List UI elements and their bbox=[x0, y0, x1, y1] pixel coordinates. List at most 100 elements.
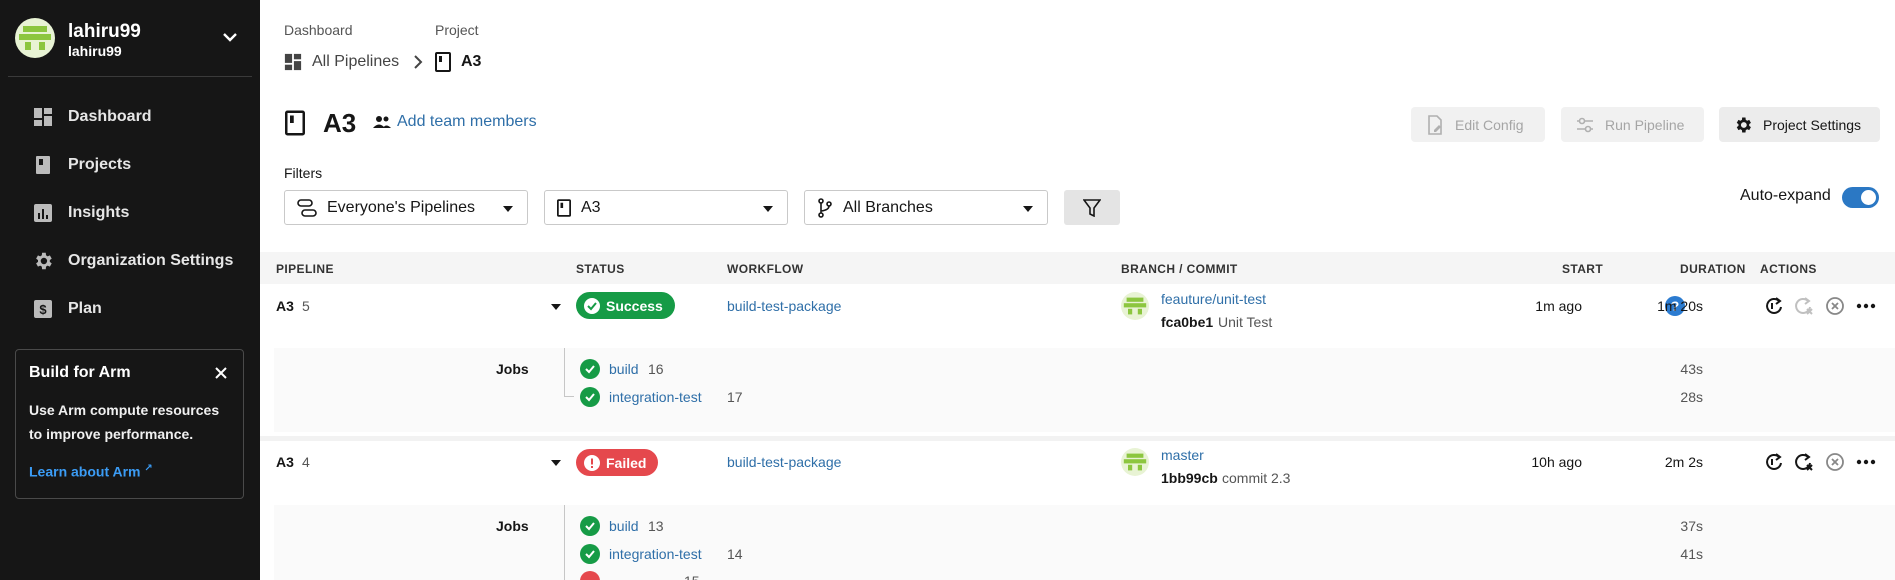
project-settings-button[interactable]: Project Settings bbox=[1719, 107, 1880, 142]
gear-icon bbox=[1733, 115, 1753, 135]
branch-link[interactable]: feauture/unit-test bbox=[1161, 291, 1266, 307]
commit-hash[interactable]: fca0be1 bbox=[1161, 314, 1213, 330]
run-pipeline-label: Run Pipeline bbox=[1605, 116, 1685, 133]
caret-down-icon bbox=[503, 206, 513, 212]
pipeline-name[interactable]: A3 bbox=[276, 298, 294, 314]
job-duration: 41s bbox=[1680, 546, 1703, 562]
breadcrumb-all-pipelines-label: All Pipelines bbox=[312, 53, 400, 70]
filter-icon bbox=[1083, 198, 1101, 217]
job-link[interactable]: integration-test bbox=[609, 546, 702, 562]
breadcrumb-project-value: A3 bbox=[461, 53, 482, 70]
pipeline-row: A3 4 Failed build-test-package master 1b… bbox=[260, 441, 1895, 580]
project-icon bbox=[557, 198, 571, 217]
column-header-workflow: WORKFLOW bbox=[727, 262, 804, 276]
promo-link-label: Learn about Arm bbox=[29, 463, 141, 480]
branches-filter-value: All Branches bbox=[843, 198, 933, 216]
rerun-icon[interactable] bbox=[1763, 295, 1785, 317]
commit-message: Unit Test bbox=[1218, 314, 1273, 330]
check-circle-icon bbox=[580, 516, 600, 536]
duration: 1m 20s bbox=[1657, 298, 1703, 314]
expand-caret-icon[interactable] bbox=[551, 304, 561, 310]
add-team-members-link[interactable]: Add team members bbox=[373, 113, 537, 131]
jobs-tree-line bbox=[564, 505, 565, 580]
more-options-icon[interactable] bbox=[1855, 451, 1877, 473]
edit-config-button[interactable]: Edit Config bbox=[1411, 107, 1545, 142]
workflow-link[interactable]: build-test-package bbox=[727, 454, 841, 470]
sidebar-item-insights[interactable]: Insights bbox=[32, 198, 242, 228]
breadcrumb-all-pipelines[interactable]: All Pipelines bbox=[284, 52, 399, 72]
main-content: Dashboard Project All Pipelines A3 A3 Ad… bbox=[260, 0, 1895, 580]
branch-link[interactable]: master bbox=[1161, 447, 1204, 463]
check-circle-icon bbox=[580, 359, 600, 379]
pipelines-filter-dropdown[interactable]: Everyone's Pipelines bbox=[284, 190, 528, 225]
expand-caret-icon[interactable] bbox=[551, 460, 561, 466]
workflow-link[interactable]: build-test-package bbox=[727, 298, 841, 314]
check-circle-icon bbox=[580, 387, 600, 407]
filter-button[interactable] bbox=[1064, 190, 1120, 225]
promo-card: Build for Arm Use Arm compute resources … bbox=[15, 349, 244, 499]
sidebar-item-dashboard[interactable]: Dashboard bbox=[32, 102, 242, 132]
rerun-icon[interactable] bbox=[1763, 451, 1785, 473]
job-duration: 43s bbox=[1680, 361, 1703, 377]
job-duration: 37s bbox=[1680, 518, 1703, 534]
auto-expand-toggle[interactable] bbox=[1842, 187, 1879, 208]
avatar bbox=[1121, 292, 1149, 320]
status-badge[interactable]: Failed bbox=[576, 449, 659, 476]
check-circle-icon bbox=[580, 544, 600, 564]
cancel-icon[interactable] bbox=[1824, 295, 1846, 317]
auto-expand-label: Auto-expand bbox=[1740, 187, 1831, 204]
chevron-right-icon bbox=[412, 54, 424, 75]
sidebar-item-label: Dashboard bbox=[68, 108, 152, 125]
people-icon bbox=[373, 115, 391, 129]
filters-label: Filters bbox=[284, 165, 323, 181]
rerun-failed-icon[interactable] bbox=[1793, 295, 1815, 317]
insights-icon bbox=[32, 202, 54, 224]
commit-hash[interactable]: 1bb99cb bbox=[1161, 470, 1218, 486]
avatar bbox=[1121, 448, 1149, 476]
sidebar-item-label: Projects bbox=[68, 156, 132, 173]
projects-icon bbox=[32, 154, 54, 176]
status-label: Success bbox=[606, 297, 663, 314]
sidebar-item-label: Insights bbox=[68, 204, 130, 221]
gear-icon bbox=[32, 250, 54, 272]
job-link[interactable]: build bbox=[609, 518, 639, 534]
column-header-status: STATUS bbox=[576, 262, 625, 276]
rerun-failed-icon[interactable] bbox=[1793, 451, 1815, 473]
project-settings-label: Project Settings bbox=[1763, 116, 1862, 133]
user-name: lahiru99 bbox=[68, 21, 141, 42]
add-team-members-label: Add team members bbox=[397, 113, 537, 130]
project-icon bbox=[435, 52, 451, 72]
job-number: 17 bbox=[727, 389, 743, 405]
sidebar-item-label: Organization Settings bbox=[68, 252, 234, 269]
close-icon[interactable] bbox=[213, 365, 229, 381]
jobs-tree-line bbox=[564, 348, 565, 396]
branches-filter-dropdown[interactable]: All Branches bbox=[804, 190, 1048, 225]
commit-message: commit 2.3 bbox=[1222, 470, 1291, 486]
cancel-icon[interactable] bbox=[1824, 451, 1846, 473]
status-badge[interactable]: Success bbox=[576, 292, 675, 319]
job-link[interactable]: build bbox=[609, 361, 639, 377]
status-label: Failed bbox=[606, 454, 647, 471]
external-link-icon: ↗ bbox=[144, 463, 153, 474]
job-link[interactable]: integration-test bbox=[609, 389, 702, 405]
column-header-duration: DURATION bbox=[1680, 262, 1746, 276]
promo-title: Build for Arm bbox=[29, 364, 131, 381]
more-options-icon[interactable] bbox=[1855, 295, 1877, 317]
pipeline-name[interactable]: A3 bbox=[276, 454, 294, 470]
file-edit-icon bbox=[1425, 114, 1445, 135]
user-switcher[interactable]: lahiru99 lahiru99 bbox=[15, 18, 252, 60]
job-number: 15 bbox=[684, 573, 700, 580]
breadcrumb-project[interactable]: A3 bbox=[435, 52, 481, 72]
column-header-branch-commit: BRANCH / COMMIT bbox=[1121, 262, 1238, 276]
run-pipeline-button[interactable]: Run Pipeline bbox=[1561, 107, 1704, 142]
chevron-down-icon[interactable] bbox=[220, 27, 240, 47]
learn-about-arm-link[interactable]: Learn about Arm ↗ bbox=[29, 463, 153, 480]
sidebar-item-projects[interactable]: Projects bbox=[32, 150, 242, 180]
sidebar-item-organization-settings[interactable]: Organization Settings bbox=[32, 246, 242, 276]
sidebar-item-plan[interactable]: $ Plan bbox=[32, 294, 242, 324]
start-time: 1m ago bbox=[1535, 298, 1582, 314]
project-filter-dropdown[interactable]: A3 bbox=[544, 190, 788, 225]
job-number: 14 bbox=[727, 546, 743, 562]
sidebar-divider bbox=[8, 76, 252, 77]
breadcrumb-dashboard-label: Dashboard bbox=[284, 22, 353, 38]
